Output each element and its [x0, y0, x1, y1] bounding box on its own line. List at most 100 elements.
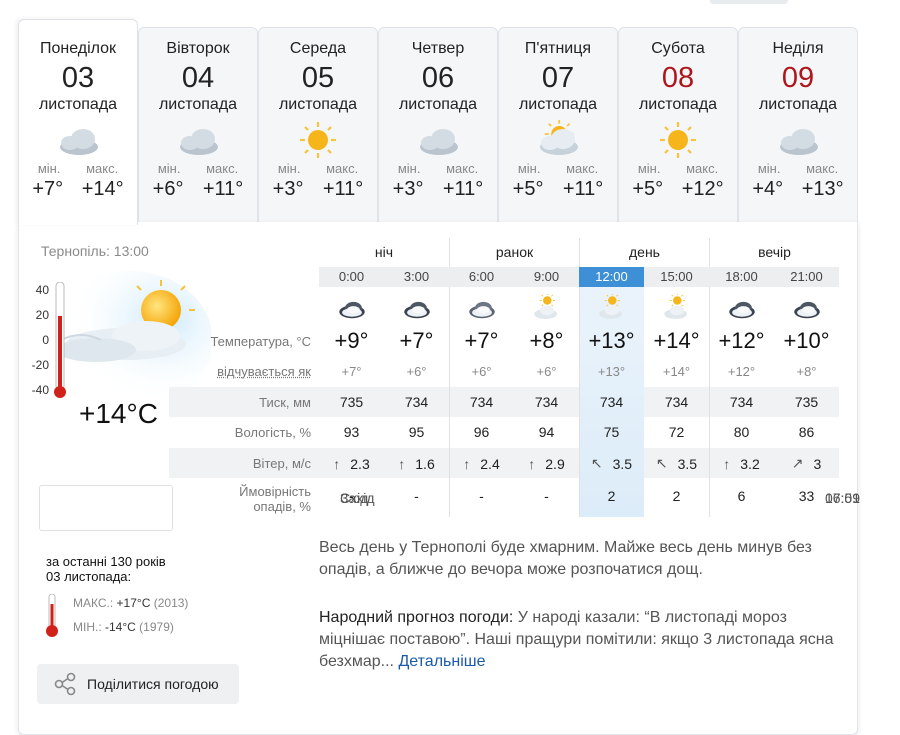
- min-max-temps: +4° +13°: [739, 178, 857, 201]
- night-cloud-icon: [403, 301, 430, 319]
- feels-like-label[interactable]: відчувається як: [169, 364, 311, 379]
- top-tab-stub: [710, 0, 788, 4]
- temp-label: Температура, °C: [210, 334, 311, 349]
- min-label: мін.: [637, 161, 661, 176]
- wind-label: Вітер, м/с: [252, 456, 311, 471]
- wind-speed: 3.2: [740, 455, 760, 472]
- day-tab[interactable]: Субота 08 листопада мін. макс. +5° +12°: [618, 27, 738, 223]
- max-temp: +11°: [562, 178, 604, 200]
- hour-precip: 6: [737, 488, 746, 504]
- wind-row: ↑ 2.3 ↑ 1.6 ↑ 2.4 ↑ 2.9 ↖ 3.5 ↖ 3.5 ↑ 3.2 ↗ 3: [319, 455, 839, 472]
- hour-wind: ↑ 1.6: [384, 455, 449, 472]
- hour-wind: ↑ 2.3: [319, 455, 384, 472]
- max-temp: +12°: [681, 178, 724, 200]
- folk-more-link[interactable]: Детальніше: [398, 653, 485, 670]
- history-max-value: +17°C: [116, 596, 151, 610]
- night-cloud-icon: [793, 301, 820, 319]
- min-max-temps: +5° +11°: [499, 178, 617, 201]
- hour-icon-cell: [644, 290, 709, 328]
- day-tab[interactable]: П'ятниця 07 листопада мін. макс. +5° +11°: [498, 27, 618, 223]
- sun-icon: [660, 122, 696, 158]
- hour-precip: -: [414, 488, 419, 504]
- min-max-labels: мін. макс.: [259, 161, 377, 176]
- min-label: мін.: [157, 161, 181, 176]
- location-time: Тернопіль: 13:00: [41, 243, 149, 259]
- hours-row: 0:00 3:00 6:00 9:00 12:00 15:00 18:00 21:00: [319, 267, 839, 287]
- history-max: МАКС.: +17°C (2013): [73, 596, 188, 610]
- hour-label: 3:00: [403, 269, 430, 284]
- night-cloud-icon: [338, 301, 365, 319]
- cloud-icon: [468, 301, 495, 319]
- hour-precip: 2: [672, 488, 681, 504]
- hour-temp: +12°: [718, 328, 765, 353]
- min-label: мін.: [517, 161, 541, 176]
- day-tab[interactable]: Неділя 09 листопада мін. макс. +4° +13°: [738, 27, 858, 223]
- sun-cloud-icon: [598, 294, 622, 319]
- hour-precip: -: [544, 488, 549, 504]
- hour-feels-like: +14°: [662, 364, 691, 379]
- history-min-label: МІН.:: [73, 620, 102, 634]
- hour-icon-cell: [514, 290, 579, 328]
- hour-feels-like: +13°: [597, 364, 626, 379]
- sun-cloud-icon: [533, 294, 557, 319]
- day-tab[interactable]: Середа 05 листопада мін. макс. +3° +11°: [258, 27, 378, 223]
- wind-speed: 2.3: [350, 455, 370, 472]
- wind-direction-icon: ↖: [655, 455, 668, 471]
- history-title: за останні 130 років 03 листопада:: [46, 554, 166, 584]
- night-cloud-icon: [728, 301, 755, 319]
- hour-feels-like: +7°: [341, 364, 362, 379]
- scale-tick: -40: [31, 383, 49, 397]
- scale-tick: 20: [35, 308, 49, 322]
- day-tab[interactable]: Вівторок 04 листопада мін. макс. +6° +11°: [138, 27, 258, 223]
- humidity-label: Вологість, %: [234, 425, 311, 440]
- hour-label: 9:00: [533, 269, 560, 284]
- max-label: макс.: [86, 161, 119, 176]
- hour-wind: ↑ 3.2: [709, 455, 774, 472]
- hour-temp: +14°: [653, 328, 700, 353]
- forecast-panel: Тернопіль: 13:00 40 20 0 -20 -40 +14°C С…: [18, 222, 860, 735]
- thermometer-icon: [54, 282, 66, 398]
- day-name: Неділя: [772, 40, 824, 57]
- share-weather-button[interactable]: Поділитися погодою: [37, 664, 239, 704]
- hour-label: 0:00: [338, 269, 365, 284]
- hour-pressure: 734: [404, 394, 429, 410]
- min-max-labels: мін. макс.: [739, 161, 857, 176]
- day-tab[interactable]: Понеділок 03 листопада мін. макс. +7° +14°: [18, 19, 138, 225]
- temperature-row: +9° +7° +7° +8° +13° +14° +12° +10°: [319, 328, 839, 354]
- hour-feels-like: +6°: [406, 364, 427, 379]
- weather-description: Весь день у Тернополі буде хмарним. Майж…: [319, 539, 812, 578]
- precip-label: Ймовірність опадів, %: [169, 484, 311, 514]
- history-min-year: (1979): [139, 620, 174, 634]
- pressure-label: Тиск, мм: [259, 395, 311, 410]
- day-number: 03: [61, 62, 95, 94]
- min-max-labels: мін. макс.: [379, 161, 497, 176]
- min-temp: +5°: [512, 178, 544, 200]
- hour-temp: +10°: [783, 328, 830, 353]
- period-evening: вечір: [709, 238, 839, 266]
- hour-icon-cell: [384, 290, 449, 328]
- hour-precip: -: [479, 488, 484, 504]
- wind-speed: 3: [813, 455, 822, 472]
- day-name: Понеділок: [39, 40, 117, 57]
- hour-label: 12:00: [579, 267, 644, 287]
- max-label: макс.: [446, 161, 479, 176]
- hour-temp: +13°: [588, 328, 635, 353]
- hour-pressure: 735: [794, 394, 819, 410]
- day-name: Вівторок: [166, 40, 230, 57]
- hour-pressure: 734: [469, 394, 494, 410]
- hour-icon-cell: [449, 290, 514, 328]
- cloudy-icon: [60, 129, 98, 155]
- min-temp: +5°: [632, 178, 664, 200]
- sun-cloud-icon: [663, 294, 687, 319]
- max-label: макс.: [566, 161, 599, 176]
- period-morning: ранок: [449, 238, 579, 266]
- hour-icon-cell: [774, 290, 839, 328]
- history-thermometer-icon: [46, 594, 58, 637]
- folk-title: Народний прогноз погоди:: [319, 609, 514, 626]
- hour-feels-like: +6°: [536, 364, 557, 379]
- scale-tick: -20: [31, 358, 49, 372]
- hourly-icons-row: [319, 290, 839, 328]
- scale-tick: 40: [35, 283, 49, 297]
- day-tab[interactable]: Четвер 06 листопада мін. макс. +3° +11°: [378, 27, 498, 223]
- hour-wind: ↑ 2.4: [449, 455, 514, 472]
